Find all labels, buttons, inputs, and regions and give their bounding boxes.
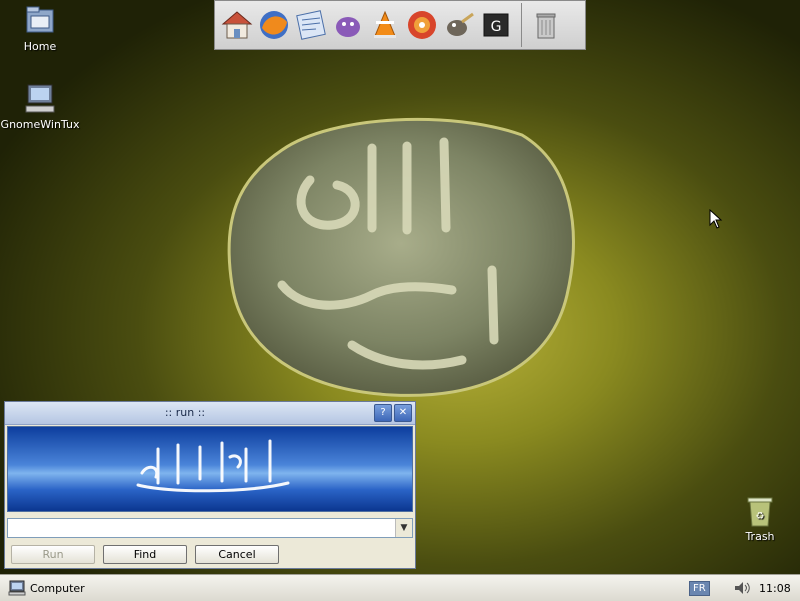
help-button[interactable]: ? <box>374 404 392 422</box>
firefox-icon <box>260 11 288 39</box>
keyboard-layout-indicator[interactable]: FR <box>689 575 710 601</box>
volume-control[interactable] <box>734 575 752 601</box>
command-combobox[interactable]: ▼ <box>7 518 413 538</box>
pidgin-icon <box>336 17 360 37</box>
dock-pidgin[interactable] <box>330 5 366 45</box>
find-button[interactable]: Find <box>103 545 187 564</box>
run-dialog: :: run :: ? ✕ ▼ Run Find Cancel <box>4 401 416 569</box>
desktop-icon-home[interactable]: Home <box>0 4 82 53</box>
dock-terminal[interactable]: G <box>478 5 514 45</box>
trash-icon: ♻ <box>747 497 773 527</box>
close-button[interactable]: ✕ <box>394 404 412 422</box>
mail-icon <box>296 10 326 40</box>
run-banner <box>7 426 413 512</box>
computer-icon <box>8 580 26 596</box>
run-dialog-titlebar[interactable]: :: run :: ? ✕ <box>5 402 415 425</box>
run-dialog-title: :: run :: <box>164 406 206 419</box>
computer-menu-button[interactable]: Computer <box>8 575 85 601</box>
vlc-icon <box>374 10 396 38</box>
cancel-button[interactable]: Cancel <box>195 545 279 564</box>
dock-separator <box>521 3 522 47</box>
bottom-panel: Computer FR 11:08 <box>0 574 800 601</box>
clock[interactable]: 11:08 <box>759 575 791 601</box>
wallpaper-emblem <box>227 117 575 397</box>
desktop-icon-label: Trash <box>745 530 775 543</box>
dock-mail[interactable] <box>293 5 329 45</box>
dock-gimp[interactable] <box>441 5 477 45</box>
dock: G <box>214 0 586 50</box>
keyboard-layout-label: FR <box>689 580 710 596</box>
svg-text:♻: ♻ <box>756 511 765 522</box>
dock-home[interactable] <box>219 5 255 45</box>
dock-media-player[interactable] <box>404 5 440 45</box>
home-folder-icon <box>26 6 54 33</box>
terminal-icon: G <box>483 13 509 37</box>
computer-icon <box>25 84 55 113</box>
svg-text:G: G <box>491 19 502 35</box>
run-button[interactable]: Run <box>11 545 95 564</box>
dock-firefox[interactable] <box>256 5 292 45</box>
media-player-icon <box>408 11 436 39</box>
speaker-icon <box>735 582 750 594</box>
desktop-icon-trash[interactable]: ♻ Trash <box>718 494 800 543</box>
home-icon <box>221 11 253 39</box>
computer-menu-label: Computer <box>30 581 85 595</box>
calligraphy-banner-image <box>136 439 290 493</box>
trash-can-icon <box>536 13 556 39</box>
chevron-down-icon[interactable]: ▼ <box>395 519 412 537</box>
desktop-icon-label: GnomeWinTux <box>0 118 80 131</box>
desktop-icon-gnomewintux[interactable]: GnomeWinTux <box>0 82 82 131</box>
dock-vlc[interactable] <box>367 5 403 45</box>
gimp-icon <box>447 12 474 36</box>
dock-trash[interactable] <box>528 5 564 45</box>
desktop-icon-label: Home <box>23 40 57 53</box>
mouse-cursor-icon <box>709 209 723 229</box>
